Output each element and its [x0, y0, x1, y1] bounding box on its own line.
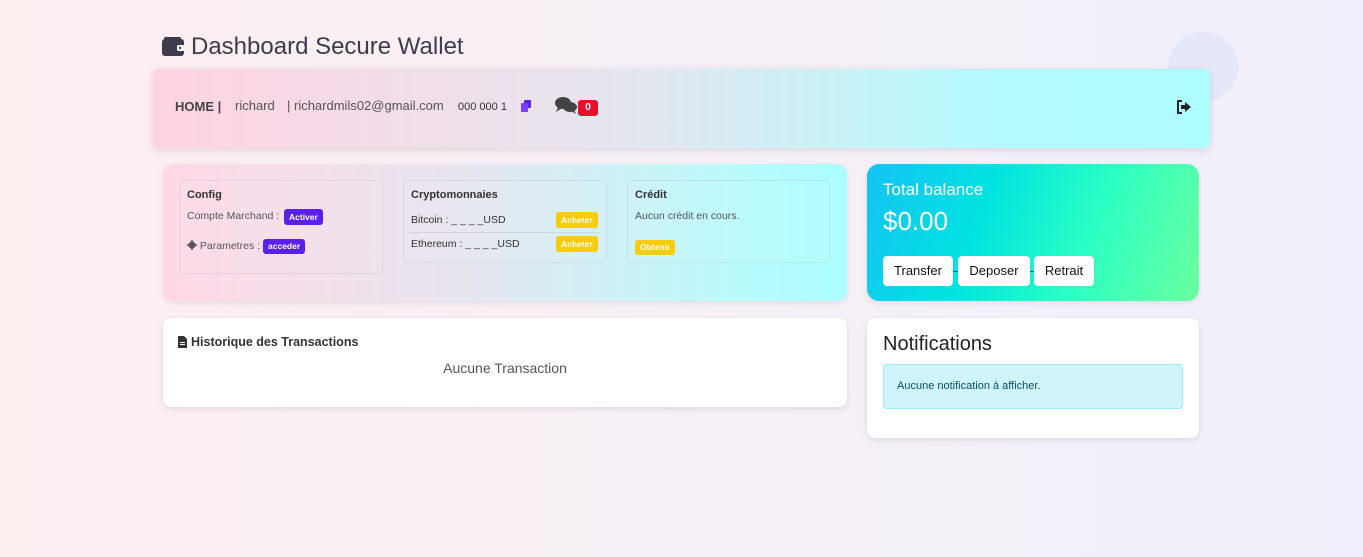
credit-status: Aucun crédit en cours. — [635, 210, 740, 222]
copy-icon[interactable] — [520, 100, 532, 112]
crypto-card: Cryptomonnaies Bitcoin : _ _ _ _USD Ache… — [403, 180, 607, 263]
page-title: Dashboard Secure Wallet — [162, 33, 464, 61]
nav-email: | richardmils02@gmail.com — [287, 98, 444, 113]
history-title: Historique des Transactions — [191, 335, 359, 349]
notifications-title: Notifications — [883, 333, 992, 355]
activate-merchant-button[interactable]: Activer — [284, 209, 323, 225]
crypto-divider — [410, 232, 600, 233]
gear-icon — [187, 240, 197, 250]
nav-username: richard — [235, 98, 275, 113]
ethereum-price-label: Ethereum : _ _ _ _USD — [411, 238, 520, 250]
deposit-button[interactable]: Deposer — [958, 256, 1030, 286]
document-icon — [178, 336, 187, 348]
credit-title: Crédit — [635, 189, 667, 201]
balance-title: Total balance — [883, 180, 984, 199]
crypto-title: Cryptomonnaies — [411, 189, 498, 201]
chat-icon[interactable] — [555, 96, 577, 114]
parameters-access-button[interactable]: acceder — [263, 239, 306, 254]
buy-ethereum-button[interactable]: Acheter — [556, 236, 598, 252]
messages-count-badge: 0 — [578, 100, 598, 116]
page-title-text: Dashboard Secure Wallet — [191, 33, 464, 60]
withdraw-button[interactable]: Retrait — [1034, 256, 1094, 286]
balance-amount: $0.00 — [883, 206, 949, 236]
config-title: Config — [187, 189, 222, 201]
buy-bitcoin-button[interactable]: Acheter — [556, 212, 598, 228]
transaction-history-panel: Historique des Transactions Aucune Trans… — [163, 318, 847, 407]
nav-home-link[interactable]: HOME | — [175, 99, 221, 114]
nav-phone: 000 000 1 — [458, 101, 507, 113]
history-heading: Historique des Transactions — [178, 335, 358, 349]
notifications-empty-alert: Aucune notification à afficher. — [883, 364, 1183, 409]
bitcoin-price-label: Bitcoin : _ _ _ _USD — [411, 214, 506, 226]
balance-panel: Total balance $0.00 Transfer Deposer Ret… — [867, 164, 1199, 301]
credit-card: Crédit Aucun crédit en cours. Obtenir — [627, 180, 830, 263]
transfer-button[interactable]: Transfer — [883, 256, 953, 286]
logout-icon[interactable] — [1176, 99, 1192, 115]
merchant-account-label: Compte Marchand : — [187, 210, 280, 222]
wallet-icon — [162, 37, 185, 56]
top-navbar: HOME | richard | richardmils02@gmail.com… — [153, 69, 1210, 148]
parameters-row: Parametres : — [187, 240, 260, 252]
services-panel: Config Compte Marchand : Activer Paramet… — [163, 164, 847, 301]
config-card: Config Compte Marchand : Activer Paramet… — [179, 180, 383, 274]
parameters-label: Parametres : — [199, 240, 261, 252]
get-credit-button[interactable]: Obtenir — [635, 240, 676, 255]
history-empty-message: Aucune Transaction — [443, 360, 567, 376]
notifications-panel: Notifications Aucune notification à affi… — [867, 318, 1199, 438]
